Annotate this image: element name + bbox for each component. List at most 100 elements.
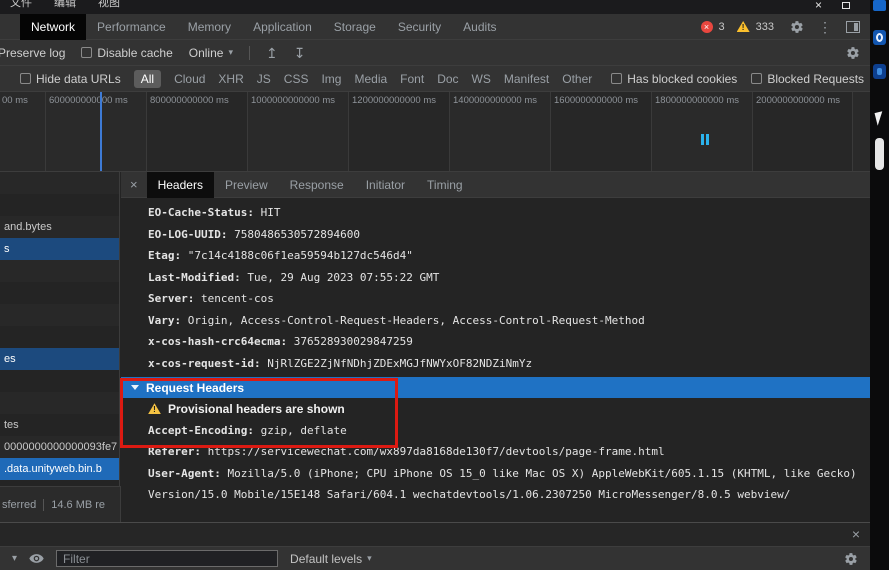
timeline-label: 2000000000000 ms <box>756 95 840 106</box>
close-details-icon[interactable]: × <box>121 177 147 192</box>
window-menu-item[interactable]: 编辑 <box>54 0 76 10</box>
window-close-button[interactable]: × <box>815 0 822 11</box>
window-maximize-button[interactable] <box>842 2 850 9</box>
timeline-label: 1400000000000 ms <box>453 95 537 106</box>
request-row[interactable] <box>0 392 119 414</box>
network-toolbar: Preserve log Disable cache Online ▾ ↥ ↧ <box>0 40 870 66</box>
desktop-app-icon[interactable] <box>873 30 886 45</box>
request-row[interactable]: es <box>0 348 119 370</box>
response-header-line: Last-ModifiedTue, 29 Aug 2023 07:55:22 G… <box>121 267 870 289</box>
tab-performance[interactable]: Performance <box>86 14 177 40</box>
filter-type-css[interactable]: CSS <box>284 72 309 86</box>
filter-type-other[interactable]: Other <box>562 72 592 86</box>
tab-timing[interactable]: Timing <box>416 172 474 198</box>
timeline-activity-marker <box>706 134 709 145</box>
preserve-log-checkbox[interactable]: Preserve log <box>0 46 65 60</box>
desktop-app-icon[interactable] <box>873 64 886 79</box>
filter-type-xhr[interactable]: XHR <box>218 72 243 86</box>
filter-type-ws[interactable]: WS <box>472 72 491 86</box>
request-row[interactable]: 0000000000000093fe7 <box>0 436 119 458</box>
filter-type-js[interactable]: JS <box>257 72 271 86</box>
filter-type-font[interactable]: Font <box>400 72 424 86</box>
request-row[interactable]: and.bytes <box>0 216 119 238</box>
timeline-label-partial: 00 ms <box>2 95 28 106</box>
tab-headers[interactable]: Headers <box>146 171 214 198</box>
request-row[interactable] <box>0 172 119 194</box>
request-row[interactable]: tes <box>0 414 119 436</box>
timeline-selection-line[interactable] <box>100 92 102 171</box>
request-header-line-user-agent: User-AgentMozilla/5.0 (iPhone; CPU iPhon… <box>121 463 870 506</box>
disable-cache-checkbox[interactable]: Disable cache <box>81 46 173 60</box>
timeline-label: 1000000000000 ms <box>251 95 335 106</box>
tab-audits[interactable]: Audits <box>452 14 507 40</box>
tab-application[interactable]: Application <box>242 14 323 40</box>
timeline-label: 1200000000000 ms <box>352 95 436 106</box>
request-row-selected[interactable]: .data.unityweb.bin.b <box>0 458 119 480</box>
issue-badges[interactable]: × 3 ! 333 <box>700 20 780 33</box>
request-row[interactable] <box>0 304 119 326</box>
request-row[interactable] <box>0 260 119 282</box>
blocked-requests-checkbox[interactable]: Blocked Requests <box>751 72 864 86</box>
summary-size: 14.6 MB re <box>51 498 106 511</box>
filter-all-pill[interactable]: All <box>133 69 162 88</box>
dock-side-icon[interactable] <box>846 20 860 33</box>
provisional-headers-warning: ! Provisional headers are shown <box>121 398 870 420</box>
console-context-dropdown[interactable]: ▾ <box>12 553 17 564</box>
request-header-line: Refererhttps://servicewechat.com/wx897da… <box>121 441 870 463</box>
response-header-line: EO-LOG-UUID7580486530572894600 <box>121 224 870 246</box>
timeline-label: 800000000000 ms <box>150 95 229 106</box>
filter-type-manifest[interactable]: Manifest <box>504 72 549 86</box>
more-options-icon[interactable]: ⋮ <box>818 20 832 34</box>
response-header-line: EO-Cache-StatusHIT <box>121 202 870 224</box>
filter-type-media[interactable]: Media <box>354 72 387 86</box>
response-header-line: Servertencent-cos <box>121 288 870 310</box>
checkbox-icon <box>81 47 93 58</box>
filter-type-cloud[interactable]: Cloud <box>174 72 205 86</box>
tab-storage[interactable]: Storage <box>323 14 387 40</box>
drawer-header: × <box>0 523 870 546</box>
desktop-app-icon[interactable] <box>873 0 886 11</box>
filter-type-doc[interactable]: Doc <box>437 72 458 86</box>
summary-transferred: sferred <box>2 498 37 511</box>
tab-preview[interactable]: Preview <box>214 172 279 198</box>
console-settings-gear-icon[interactable] <box>844 552 858 566</box>
desktop-edge-strip <box>870 0 889 570</box>
import-har-icon[interactable]: ↥ <box>266 46 278 60</box>
network-overview-timeline[interactable]: 00 ms 600000000000 ms 800000000000 ms 10… <box>0 92 870 172</box>
tab-initiator[interactable]: Initiator <box>355 172 416 198</box>
tab-memory[interactable]: Memory <box>177 14 242 40</box>
devtools-window: 文件 编辑 视图 × Network Performance Memory Ap… <box>0 0 889 570</box>
tab-network[interactable]: Network <box>20 13 87 40</box>
network-settings-gear-icon[interactable] <box>846 46 860 60</box>
settings-gear-icon[interactable] <box>790 20 804 34</box>
tab-security[interactable]: Security <box>387 14 452 40</box>
tab-response[interactable]: Response <box>279 172 355 198</box>
request-row[interactable] <box>0 370 119 392</box>
headers-panel: EO-Cache-StatusHIT EO-LOG-UUID7580486530… <box>121 198 870 522</box>
console-levels-dropdown[interactable]: Default levels ▾ <box>290 552 372 566</box>
close-drawer-icon[interactable]: × <box>852 526 860 542</box>
scrollbar-thumb[interactable] <box>875 138 884 170</box>
hide-data-urls-checkbox[interactable]: Hide data URLs <box>20 72 121 86</box>
timeline-label: 600000000000 ms <box>49 95 128 106</box>
window-menu-item[interactable]: 视图 <box>98 0 120 10</box>
has-blocked-cookies-checkbox[interactable]: Has blocked cookies <box>611 72 737 86</box>
separator <box>43 498 45 511</box>
request-row[interactable] <box>0 326 119 348</box>
request-row[interactable] <box>0 282 119 304</box>
timeline-label: 1600000000000 ms <box>554 95 638 106</box>
warning-badge-icon: ! <box>736 21 750 32</box>
checkbox-icon <box>751 73 763 84</box>
network-summary-bar: sferred 14.6 MB re <box>0 486 121 522</box>
chevron-down-icon: ▾ <box>228 47 233 57</box>
export-har-icon[interactable]: ↧ <box>294 46 306 60</box>
eye-icon[interactable] <box>29 551 44 566</box>
throttling-dropdown[interactable]: Online ▾ <box>189 46 233 60</box>
window-menu-item[interactable]: 文件 <box>10 0 32 10</box>
request-headers-section-header[interactable]: Request Headers <box>121 377 870 398</box>
console-filter-input[interactable] <box>56 550 279 567</box>
filter-type-img[interactable]: Img <box>321 72 341 86</box>
devtools-tab-bar: Network Performance Memory Application S… <box>0 13 870 40</box>
request-row[interactable]: s <box>0 238 119 260</box>
request-row[interactable] <box>0 194 119 216</box>
